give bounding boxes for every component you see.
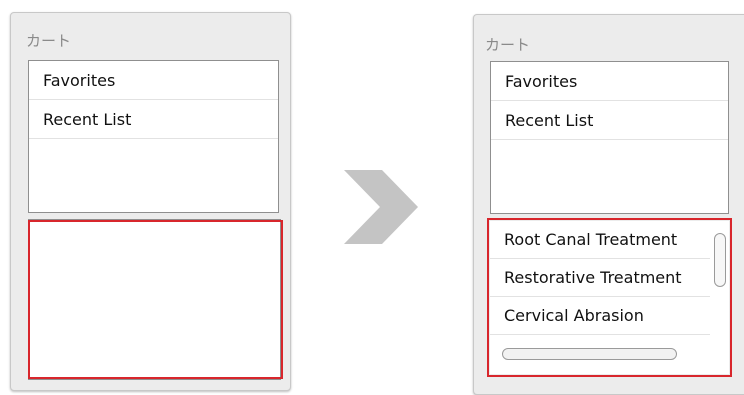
panel-title: カート bbox=[485, 36, 531, 54]
cart-panel-before: カート Favorites Recent List bbox=[10, 12, 291, 391]
cart-panel-after: カート Favorites Recent List Root Canal Tre… bbox=[473, 14, 744, 395]
list-item-favorites[interactable]: Favorites bbox=[491, 62, 728, 101]
cart-list: Favorites Recent List bbox=[490, 61, 729, 214]
list-item-recent-list[interactable]: Recent List bbox=[29, 100, 278, 139]
chevron-right-icon bbox=[344, 170, 418, 244]
list-item-favorites[interactable]: Favorites bbox=[29, 61, 278, 100]
cart-list: Favorites Recent List bbox=[28, 60, 279, 213]
highlight-box bbox=[28, 220, 283, 379]
panel-title: カート bbox=[26, 32, 72, 50]
list-item-recent-list[interactable]: Recent List bbox=[491, 101, 728, 140]
highlight-box bbox=[487, 218, 732, 377]
